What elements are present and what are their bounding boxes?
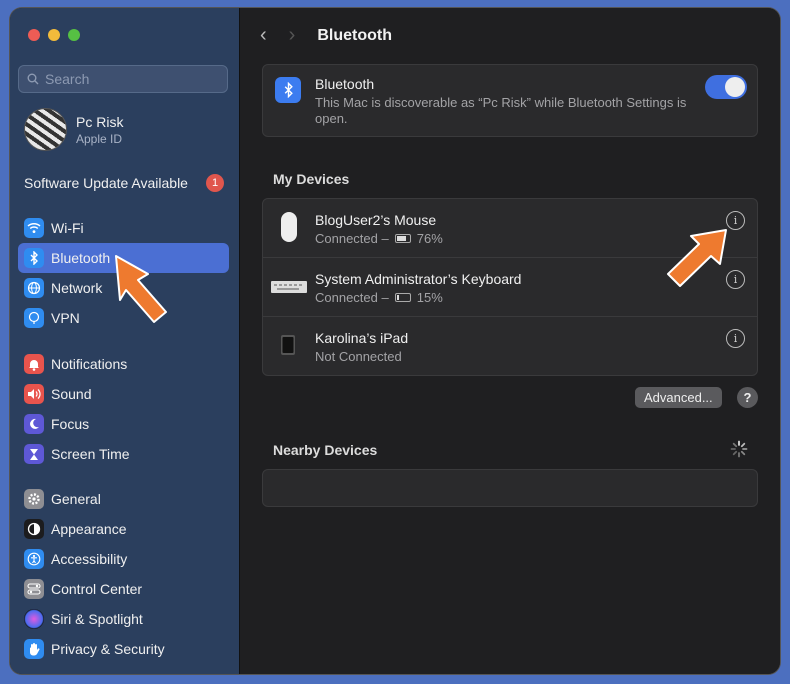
avatar [24, 108, 67, 151]
sidebar-item-notifications[interactable]: Notifications [18, 349, 229, 379]
control-center-icon [24, 579, 44, 599]
sidebar-item-label: Accessibility [51, 551, 128, 567]
device-battery: 15% [416, 290, 443, 305]
annotation-arrow-icon [667, 229, 727, 287]
annotation-arrow-icon [115, 255, 167, 323]
sidebar-group-general: General Appearance Accessibility Control… [18, 484, 229, 664]
sidebar-item-appearance[interactable]: Appearance [18, 514, 229, 544]
forward-button[interactable]: › [289, 24, 296, 47]
window-controls [28, 29, 80, 41]
back-button[interactable]: ‹ [260, 24, 267, 47]
minimize-window-button[interactable] [48, 29, 60, 41]
sidebar-item-general[interactable]: General [18, 484, 229, 514]
nearby-devices-list [262, 469, 758, 507]
page-title: Bluetooth [317, 26, 392, 44]
loading-spinner-icon [730, 440, 748, 458]
device-name: Karolina’s iPad [315, 330, 409, 346]
sidebar-item-label: Control Center [51, 581, 143, 597]
ipad-icon [281, 335, 295, 360]
info-button[interactable]: i [726, 329, 745, 348]
sidebar-item-control-center[interactable]: Control Center [18, 574, 229, 604]
software-update-label: Software Update Available [24, 175, 188, 191]
wifi-icon [24, 218, 44, 238]
search-input[interactable]: Search [18, 65, 228, 93]
title-bar: ‹ › Bluetooth [260, 24, 392, 47]
sidebar-item-label: Siri & Spotlight [51, 611, 143, 627]
zoom-window-button[interactable] [68, 29, 80, 41]
sidebar-item-privacy-security[interactable]: Privacy & Security [18, 634, 229, 664]
device-name: System Administrator’s Keyboard [315, 271, 522, 287]
my-devices-heading: My Devices [273, 171, 350, 187]
sidebar-item-label: VPN [51, 310, 80, 326]
accessibility-icon [24, 549, 44, 569]
gear-icon [24, 489, 44, 509]
bluetooth-icon [24, 248, 44, 268]
settings-window: Search Pc Risk Apple ID Software Update … [10, 8, 780, 674]
sidebar-item-label: General [51, 491, 101, 507]
keyboard-icon [271, 280, 307, 298]
sidebar-item-label: Bluetooth [51, 250, 111, 266]
help-button[interactable]: ? [737, 387, 758, 408]
bluetooth-icon [275, 77, 301, 103]
bluetooth-description: This Mac is discoverable as “Pc Risk” wh… [315, 95, 687, 126]
sidebar-item-label: Screen Time [51, 446, 130, 462]
siri-icon [24, 609, 44, 629]
device-connection-status: Not Connected [315, 349, 402, 364]
sidebar-group-notifications: Notifications Sound Focus Screen Time [18, 349, 229, 469]
sidebar-item-label: Sound [51, 386, 92, 402]
sidebar-item-wifi[interactable]: Wi-Fi [18, 213, 229, 243]
device-battery: 76% [416, 231, 443, 246]
update-count-badge: 1 [206, 174, 224, 192]
vpn-icon [24, 308, 44, 328]
sidebar-item-screen-time[interactable]: Screen Time [18, 439, 229, 469]
globe-icon [24, 278, 44, 298]
device-connection-status: Connected – [315, 231, 389, 246]
profile-name: Pc Risk [76, 113, 124, 130]
sidebar-item-label: Notifications [51, 356, 128, 372]
moon-icon [24, 414, 44, 434]
battery-icon [394, 234, 411, 243]
search-icon [27, 73, 39, 85]
device-status: Not Connected [315, 349, 402, 364]
bluetooth-toggle[interactable] [705, 75, 747, 99]
bluetooth-toggle-card: Bluetooth This Mac is discoverable as “P… [262, 64, 758, 137]
mouse-icon [279, 211, 299, 248]
bell-icon [24, 354, 44, 374]
hourglass-icon [24, 444, 44, 464]
sidebar-item-label: Appearance [51, 521, 127, 537]
sidebar-item-sound[interactable]: Sound [18, 379, 229, 409]
software-update-item[interactable]: Software Update Available 1 [24, 174, 224, 192]
device-status: Connected – 15% [315, 290, 443, 305]
speaker-icon [24, 384, 44, 404]
device-status: Connected – 76% [315, 231, 443, 246]
device-name: BlogUser2’s Mouse [315, 212, 437, 228]
profile-subtitle: Apple ID [76, 131, 123, 146]
advanced-button[interactable]: Advanced... [635, 387, 722, 408]
bluetooth-title: Bluetooth [315, 76, 375, 92]
search-placeholder: Search [45, 71, 90, 87]
main-content: ‹ › Bluetooth Bluetooth This Mac is disc… [240, 8, 780, 674]
apple-id-profile[interactable]: Pc Risk Apple ID [24, 108, 123, 151]
sidebar: Search Pc Risk Apple ID Software Update … [10, 8, 240, 674]
sidebar-item-label: Wi-Fi [51, 220, 84, 236]
sidebar-item-siri-spotlight[interactable]: Siri & Spotlight [18, 604, 229, 634]
hand-icon [24, 639, 44, 659]
nearby-devices-heading: Nearby Devices [273, 442, 378, 458]
battery-icon [394, 293, 411, 302]
sidebar-item-focus[interactable]: Focus [18, 409, 229, 439]
sidebar-item-label: Network [51, 280, 103, 296]
device-connection-status: Connected – [315, 290, 389, 305]
appearance-icon [24, 519, 44, 539]
sidebar-item-label: Privacy & Security [51, 641, 165, 657]
sidebar-item-label: Focus [51, 416, 90, 432]
sidebar-item-accessibility[interactable]: Accessibility [18, 544, 229, 574]
close-window-button[interactable] [28, 29, 40, 41]
device-row-ipad[interactable]: Karolina’s iPad Not Connected i [263, 317, 757, 376]
